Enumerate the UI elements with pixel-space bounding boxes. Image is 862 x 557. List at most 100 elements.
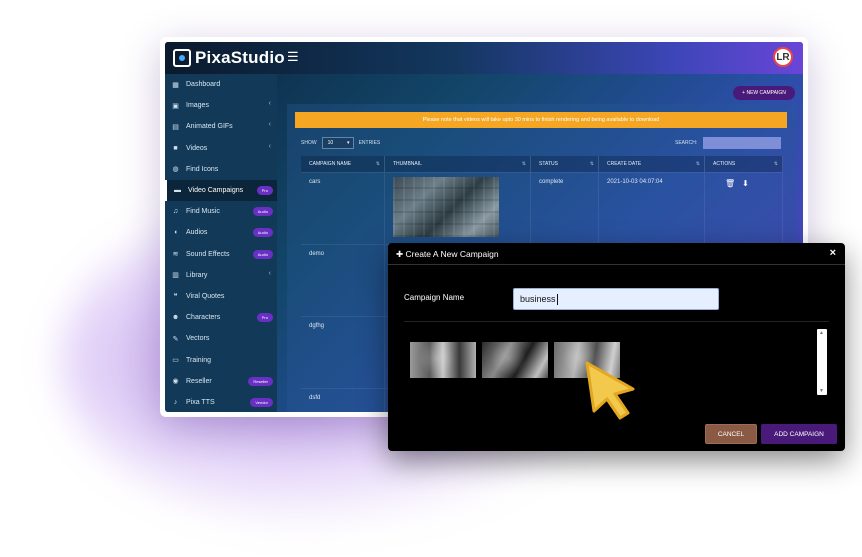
sidebar-item-library[interactable]: ▥ Library ‹ [165, 265, 277, 286]
chevron-left-icon: ‹ [268, 100, 271, 108]
music-icon: ♫ [172, 208, 179, 216]
column-header[interactable]: STATUS ⇅ [531, 156, 599, 172]
sort-icon: ⇅ [521, 161, 526, 167]
sidebar-item-label: Vectors [186, 335, 210, 343]
users-icon: ◉ [172, 378, 179, 386]
table-header: CAMPAIGN NAME ⇅ THUMBNAIL ⇅ STATUS ⇅ CREATE… [301, 156, 783, 172]
dashboard-icon: ▦ [172, 81, 179, 89]
campaign-name-value: business [520, 294, 556, 304]
mic-icon: ♪ [173, 398, 178, 406]
new-campaign-button[interactable]: + NEW CAMPAIGN [733, 86, 795, 100]
image-icon: ▣ [172, 102, 179, 110]
sort-icon: ⇅ [375, 161, 380, 167]
template-thumbnail[interactable] [410, 342, 476, 378]
brand-name: PixaStudio [195, 48, 285, 67]
sidebar-item-images[interactable]: ▣ Images ‹ [165, 95, 277, 116]
brand-logo[interactable]: PixaStudio [173, 48, 285, 68]
chevron-left-icon: ‹ [268, 121, 271, 129]
sidebar-item-label: Library [186, 271, 208, 279]
scroll-down-icon[interactable]: ▼ [819, 388, 824, 394]
sidebar-item-reseller[interactable]: ◉ Reseller Reseller [165, 371, 277, 392]
nav-badge: Pro [256, 313, 273, 323]
campaign-name: dsfd [301, 389, 385, 412]
column-header[interactable]: CAMPAIGN NAME ⇅ [301, 156, 385, 172]
sidebar-item-animated-gifs[interactable]: ▤ Animated GIFs ‹ [165, 116, 277, 137]
headphones-icon: ◖ [173, 229, 178, 237]
sidebar-item-label: Find Music [186, 208, 220, 216]
campaign-name-label: Campaign Name [404, 293, 465, 302]
sidebar-item-audios[interactable]: ◖ Audios Audio [165, 222, 277, 243]
chevron-left-icon: ‹ [268, 269, 271, 277]
sidebar-item-video-campaigns[interactable]: ▬ Video Campaigns Pro [165, 179, 277, 202]
thumbnail-cell [385, 173, 531, 244]
campaign-name: dgfhg [301, 317, 385, 388]
sidebar-item-label: Pixa TTS [186, 398, 215, 406]
campaign-name: demo [301, 245, 385, 316]
plus-icon: ✚ [396, 249, 404, 259]
close-icon[interactable]: × [830, 247, 836, 259]
sidebar-item-dashboard[interactable]: ▦ Dashboard [165, 74, 277, 95]
sort-icon: ⇅ [773, 161, 778, 167]
sort-icon: ⇅ [589, 161, 594, 167]
sidebar-item-viral-quotes[interactable]: ❝ Viral Quotes [165, 286, 277, 307]
entries-select[interactable]: 10 ▾ [321, 137, 354, 149]
sidebar-item-pixa-tts[interactable]: ♪ Pixa TTS Vendor [165, 392, 277, 412]
sidebar-item-vectors[interactable]: ✎ Vectors [165, 328, 277, 349]
stage: PixaStudio ☰ LR ▦ Dashboard ▣ Images ‹ ▤ Anima… [0, 0, 862, 557]
column-header[interactable]: ACTIONS ⇅ [705, 156, 783, 172]
nav-badge: Reseller [248, 376, 273, 386]
search-label: SEARCH: [675, 140, 698, 146]
sidebar-item-label: Characters [186, 314, 221, 322]
sidebar-item-label: Find Icons [186, 165, 219, 173]
sidebar-item-label: Videos [186, 144, 208, 152]
character-icon: ☻ [171, 314, 180, 322]
sidebar-item-label: Training [186, 356, 212, 364]
thumbnail-image[interactable] [393, 177, 499, 237]
brush-icon: ✎ [172, 335, 179, 343]
nav-badge: Audio [252, 228, 273, 238]
sidebar-item-label: Video Campaigns [188, 187, 244, 195]
add-campaign-button[interactable]: ADD CAMPAIGN [761, 424, 837, 444]
sidebar-item-label: Dashboard [186, 81, 221, 89]
sort-icon: ⇅ [695, 161, 700, 167]
sidebar-item-label: Images [186, 102, 209, 110]
scroll-up-icon[interactable]: ▲ [819, 330, 824, 336]
video-icon: ■ [173, 144, 178, 152]
download-icon[interactable]: ⬇ [742, 179, 749, 188]
nav-badge: Audio [252, 207, 273, 217]
search-input[interactable] [703, 137, 782, 149]
campaign-status: complete [531, 173, 599, 244]
menu-toggle-icon[interactable]: ☰ [287, 49, 299, 65]
text-caret [556, 293, 558, 305]
template-thumbnail[interactable] [482, 342, 548, 378]
sidebar-item-characters[interactable]: ☻ Characters Pro [165, 307, 277, 328]
trash-icon[interactable]: 🗑 [725, 179, 735, 188]
column-header[interactable]: THUMBNAIL ⇅ [385, 156, 531, 172]
sidebar: ▦ Dashboard ▣ Images ‹ ▤ Animated GIFs ‹ ■ Videos… [165, 74, 277, 412]
sidebar-item-find-music[interactable]: ♫ Find Music Audio [165, 201, 277, 222]
sidebar-item-label: Animated GIFs [186, 123, 233, 131]
logo-icon [173, 49, 191, 67]
column-header[interactable]: CREATE DATE ⇅ [599, 156, 705, 172]
sidebar-item-find-icons[interactable]: ◍ Find Icons [165, 159, 277, 180]
monitor-icon: ▭ [172, 357, 179, 365]
entries-control: SHOW 10 ▾ ENTRIES [301, 137, 380, 149]
sidebar-item-sound-effects[interactable]: ≋ Sound Effects Audio [165, 244, 277, 265]
nav-badge: Vendor [250, 397, 273, 407]
cancel-button[interactable]: CANCEL [705, 424, 757, 444]
render-notice: Please note that videos will take upto 3… [295, 112, 787, 128]
chevron-left-icon: ‹ [268, 142, 271, 150]
sidebar-item-training[interactable]: ▭ Training [165, 349, 277, 370]
top-bar: PixaStudio ☰ LR [165, 42, 803, 74]
folder-icon: ▬ [174, 187, 181, 195]
nav-badge: Pro [256, 185, 273, 195]
quote-icon: ❝ [173, 293, 178, 301]
campaign-name: cars [301, 173, 385, 244]
film-icon: ▤ [172, 123, 179, 131]
sidebar-item-videos[interactable]: ■ Videos ‹ [165, 138, 277, 159]
modal-header: ✚ Create A New Campaign × [388, 243, 845, 265]
campaign-name-input[interactable]: business [513, 288, 719, 310]
table-row: cars complete 2021-10-03 04:07:04 🗑 ⬇ [301, 172, 783, 244]
gallery-scrollbar[interactable]: ▲ ▼ [817, 329, 827, 395]
avatar[interactable]: LR [773, 47, 793, 67]
